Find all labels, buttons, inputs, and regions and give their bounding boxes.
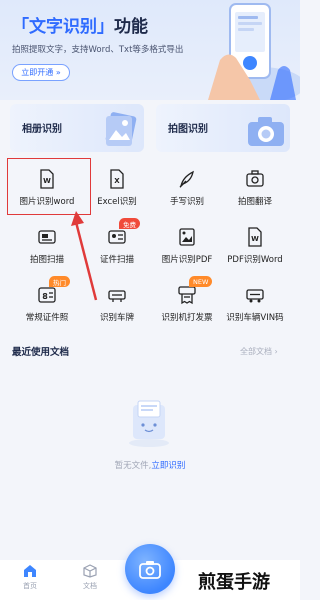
album-image-icon (105, 112, 137, 146)
grid-item-label: 识别车辆VIN码 (226, 313, 284, 323)
grid-item-invoice[interactable]: NEW 识别机打发票 (150, 276, 224, 328)
hot-badge: 热门 (49, 276, 70, 287)
grid-item-label: Excel识别 (97, 197, 137, 207)
watermark-text: 煎蛋手游 (198, 572, 270, 593)
camera-translate-icon (246, 170, 264, 187)
recent-docs-title: 最近使用文档 (12, 347, 70, 358)
grid-item-label: 手写识别 (169, 197, 204, 207)
grid-item-vin[interactable]: 识别车辆VIN码 (218, 280, 292, 328)
recognize-now-link[interactable]: 立即识别 (151, 461, 185, 471)
tab-docs-label: 文档 (83, 582, 97, 590)
id-card-icon (108, 230, 126, 244)
new-badge: NEW (189, 276, 213, 287)
free-badge: 免费 (119, 218, 140, 229)
grid-item-label: PDF识别Word (227, 255, 283, 265)
banner-title-suffix: 功能 (114, 17, 148, 37)
annotation-arrow-icon (71, 211, 98, 301)
grid-item-excel[interactable]: X Excel识别 (80, 164, 154, 212)
activate-now-button[interactable]: 立即开通 » (12, 64, 70, 81)
all-docs-link[interactable]: 全部文档 › (240, 346, 278, 357)
grid-item-label: 证件扫描 (99, 255, 134, 265)
quill-icon (179, 170, 194, 189)
banner-title-highlight: 「文字识别」 (12, 17, 114, 37)
grid-item-label: 识别车牌 (99, 313, 134, 323)
docs-box-icon (83, 564, 97, 578)
photo-recognition-card[interactable]: 拍图识别 (156, 104, 290, 152)
image-pdf-icon (179, 228, 195, 246)
vin-icon (246, 289, 264, 303)
camera-capture-button[interactable] (125, 544, 175, 594)
grid-item-label: 图片识别PDF (161, 255, 213, 265)
svg-text:W: W (251, 235, 259, 243)
id-photo-icon: 8 (38, 287, 56, 303)
scanner-icon (38, 230, 56, 244)
album-recognition-card[interactable]: 相册识别 (10, 104, 144, 152)
banner-title: 「文字识别」功能 (12, 12, 148, 37)
camera-plus-icon (139, 561, 161, 579)
album-recognition-label: 相册识别 (22, 124, 62, 135)
grid-item-label: 识别机打发票 (161, 313, 213, 323)
camera-icon (248, 117, 284, 146)
grid-item-handwriting[interactable]: 手写识别 (150, 164, 224, 212)
photo-recognition-label: 拍图识别 (168, 124, 208, 135)
svg-text:X: X (114, 177, 120, 185)
grid-item-image-to-pdf[interactable]: 图片识别PDF (150, 222, 224, 270)
banner-subtitle: 拍照提取文字，支持Word、Txt等多格式导出 (12, 45, 184, 55)
pdf-word-icon: W (248, 227, 262, 247)
empty-docs-illustration-icon (129, 400, 169, 447)
grid-item-photo-translate[interactable]: 拍图翻译 (218, 164, 292, 212)
highlight-box (7, 158, 91, 215)
empty-docs-text: 暂无文件, (114, 461, 152, 471)
grid-item-pdf-to-word[interactable]: W PDF识别Word (218, 222, 292, 270)
tab-home[interactable]: 首页 (10, 564, 50, 596)
grid-item-label: 常规证件照 (25, 313, 69, 323)
grid-item-label: 拍图翻译 (237, 197, 272, 207)
grid-item-label: 拍图扫描 (29, 255, 64, 265)
home-icon (24, 565, 36, 577)
tab-home-label: 首页 (23, 582, 37, 590)
svg-text:8: 8 (42, 292, 48, 301)
promo-banner[interactable]: 「文字识别」功能 拍照提取文字，支持Word、Txt等多格式导出 立即开通 » (0, 0, 300, 100)
tab-docs[interactable]: 文档 (70, 564, 110, 596)
empty-docs-message: 暂无文件,立即识别 (0, 459, 300, 471)
excel-doc-icon: X (110, 169, 124, 189)
invoice-icon (178, 286, 196, 305)
license-plate-icon (108, 290, 126, 302)
phone-hand-illustration-icon (208, 3, 300, 100)
